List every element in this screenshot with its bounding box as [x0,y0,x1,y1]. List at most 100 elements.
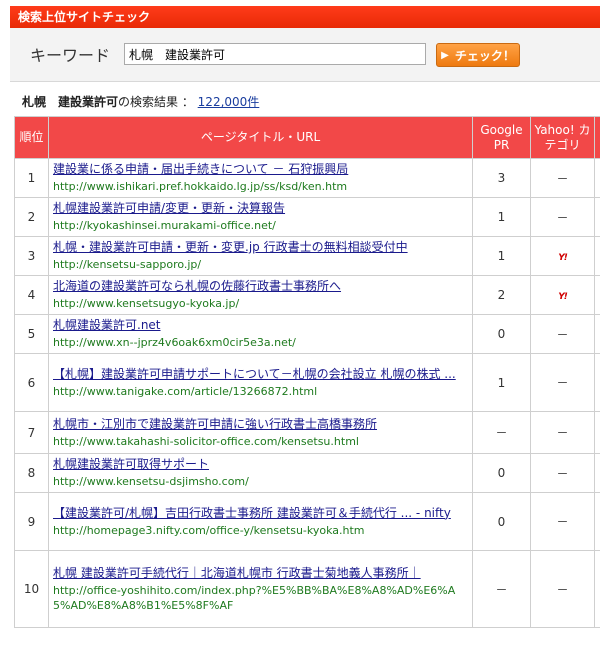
summary-suffix: の検索結果 ： [118,95,194,109]
page-title: 検索上位サイトチェック [18,10,151,24]
row-info: 【札幌】建設業許可申請サポートについて－札幌の会社設立 札幌の株式 ... htt… [48,353,473,412]
search-summary: 札幌 建設業許可の検索結果 ： 122,000件 [22,93,259,110]
row-title-link[interactable]: 【建設業許可/札幌】吉田行政書士事務所 建設業許可＆手続代行 ... - nif… [53,506,468,521]
category-none: － [556,515,569,529]
category-none: － [556,582,569,597]
row-info: 北海道の建設業許可なら札幌の佐藤行政書士事務所へ http://www.kense… [48,275,473,315]
page-title-bar: 検索上位サイトチェック [10,6,600,28]
row-url: http://www.takahashi-solicitor-office.co… [53,434,359,448]
category-none: － [556,426,569,440]
row-rank: 1 [14,158,49,198]
row-extra [594,550,600,628]
yahoo-category-icon[interactable]: Y! [558,292,568,302]
check-button[interactable]: ▶ チェック！ [436,43,520,67]
keyword-label: キーワード [30,46,111,65]
row-yahoo-category: － [530,314,595,354]
row-info: 建設業に係る申請・届出手続きについて － 石狩振興局 http://www.ish… [48,158,473,198]
category-none: － [556,376,569,390]
header-title: ページタイトル・URL [48,116,473,159]
category-none: － [556,327,569,342]
row-title-link[interactable]: 札幌市・江別市で建設業許可申請に強い行政書士高橋事務所 [53,417,468,432]
row-url: http://www.kensetsu-dsjimsho.com/ [53,475,249,488]
table-row: 2 札幌建設業許可申請/変更・更新・決算報告 http://kyokashinsei… [14,197,600,237]
row-yahoo-category: － [530,197,595,237]
row-google-pr: 1 [472,236,531,276]
row-rank: 6 [14,353,49,412]
row-info: 【建設業許可/札幌】吉田行政書士事務所 建設業許可＆手続代行 ... - nif… [48,492,473,551]
table-row: 7 札幌市・江別市で建設業許可申請に強い行政書士高橋事務所 http://www.t… [14,411,600,454]
row-google-pr: － [472,550,531,628]
row-info: 札幌・建設業許可申請・更新・変更.jp 行政書士の無料相談受付中 http://k… [48,236,473,276]
row-rank: 4 [14,275,49,315]
row-rank: 3 [14,236,49,276]
row-yahoo-category: － [530,453,595,493]
row-url: http://kensetsu-sapporo.jp/ [53,258,202,271]
row-title-link[interactable]: 札幌建設業許可取得サポート [53,457,468,472]
row-extra [594,353,600,412]
row-rank: 10 [14,550,49,628]
row-yahoo-category: － [530,492,595,551]
row-google-pr: 3 [472,158,531,198]
row-extra [594,236,600,276]
table-row: 6 【札幌】建設業許可申請サポートについて－札幌の会社設立 札幌の株式 ... ht… [14,353,600,412]
results-table: 順位 ページタイトル・URL Google PR Yahoo! カテゴリ 1 建設… [14,116,600,628]
result-count-link[interactable]: 122,000件 [198,95,260,109]
row-title-link[interactable]: 北海道の建設業許可なら札幌の佐藤行政書士事務所へ [53,279,468,294]
row-url: http://kyokashinsei.murakami-office.net/ [53,219,276,232]
row-google-pr: 0 [472,492,531,551]
row-yahoo-category[interactable]: Y! [530,275,595,315]
row-url: http://www.tanigake.com/article/13266872… [53,384,318,398]
row-rank: 7 [14,411,49,454]
row-extra [594,411,600,454]
row-title-link[interactable]: 札幌建設業許可申請/変更・更新・決算報告 [53,201,468,216]
row-title-link[interactable]: 建設業に係る申請・届出手続きについて － 石狩振興局 [53,162,468,177]
yahoo-category-icon[interactable]: Y! [558,253,568,263]
row-url: http://www.ishikari.pref.hokkaido.lg.jp/… [53,180,348,193]
summary-keyword: 札幌 建設業許可 [22,95,119,109]
category-none: － [556,210,569,225]
row-url: http://homepage3.nifty.com/office-y/kens… [53,523,365,537]
row-google-pr: 0 [472,453,531,493]
row-google-pr: 2 [472,275,531,315]
row-extra [594,492,600,551]
table-row: 8 札幌建設業許可取得サポート http://www.kensetsu-dsjims… [14,453,600,493]
row-extra [594,158,600,198]
keyword-input[interactable] [124,43,426,65]
row-info: 札幌建設業許可.net http://www.xn--jprz4v6oak6xm0… [48,314,473,354]
row-info: 札幌建設業許可取得サポート http://www.kensetsu-dsjimsh… [48,453,473,493]
header-category: Yahoo! カテゴリ [530,116,595,159]
table-header-row: 順位 ページタイトル・URL Google PR Yahoo! カテゴリ [14,116,600,159]
check-button-label: チェック！ [454,48,515,63]
row-title-link[interactable]: 【札幌】建設業許可申請サポートについて－札幌の会社設立 札幌の株式 ... [53,367,468,382]
category-none: － [556,171,569,186]
row-url: http://www.kensetsugyo-kyoka.jp/ [53,297,240,310]
row-extra [594,314,600,354]
row-google-pr: 0 [472,314,531,354]
table-row: 10 札幌 建設業許可手続代行｜北海道札幌市 行政書士菊地義人事務所｜ http:/… [14,550,600,628]
arrow-right-icon: ▶ [441,49,449,61]
row-extra [594,197,600,237]
row-google-pr: － [472,411,531,454]
table-row: 5 札幌建設業許可.net http://www.xn--jprz4v6oak6xm… [14,314,600,354]
row-rank: 9 [14,492,49,551]
row-title-link[interactable]: 札幌建設業許可.net [53,318,468,333]
row-title-link[interactable]: 札幌・建設業許可申請・更新・変更.jp 行政書士の無料相談受付中 [53,240,468,255]
row-yahoo-category: － [530,158,595,198]
row-extra [594,275,600,315]
header-rank: 順位 [14,116,49,159]
row-yahoo-category: － [530,353,595,412]
row-url: http://www.xn--jprz4v6oak6xm0cir5e3a.net… [53,336,296,349]
row-info: 札幌建設業許可申請/変更・更新・決算報告 http://kyokashinsei.… [48,197,473,237]
row-yahoo-category: － [530,411,595,454]
row-title-link[interactable]: 札幌 建設業許可手続代行｜北海道札幌市 行政書士菊地義人事務所｜ [53,566,468,581]
row-info: 札幌 建設業許可手続代行｜北海道札幌市 行政書士菊地義人事務所｜ http://o… [48,550,473,628]
row-extra [594,453,600,493]
row-yahoo-category: － [530,550,595,628]
table-row: 3 札幌・建設業許可申請・更新・変更.jp 行政書士の無料相談受付中 http://… [14,236,600,276]
header-pr: Google PR [472,116,531,159]
table-row: 1 建設業に係る申請・届出手続きについて － 石狩振興局 http://www.is… [14,158,600,198]
row-yahoo-category[interactable]: Y! [530,236,595,276]
row-info: 札幌市・江別市で建設業許可申請に強い行政書士高橋事務所 http://www.ta… [48,411,473,454]
row-rank: 5 [14,314,49,354]
row-rank: 2 [14,197,49,237]
